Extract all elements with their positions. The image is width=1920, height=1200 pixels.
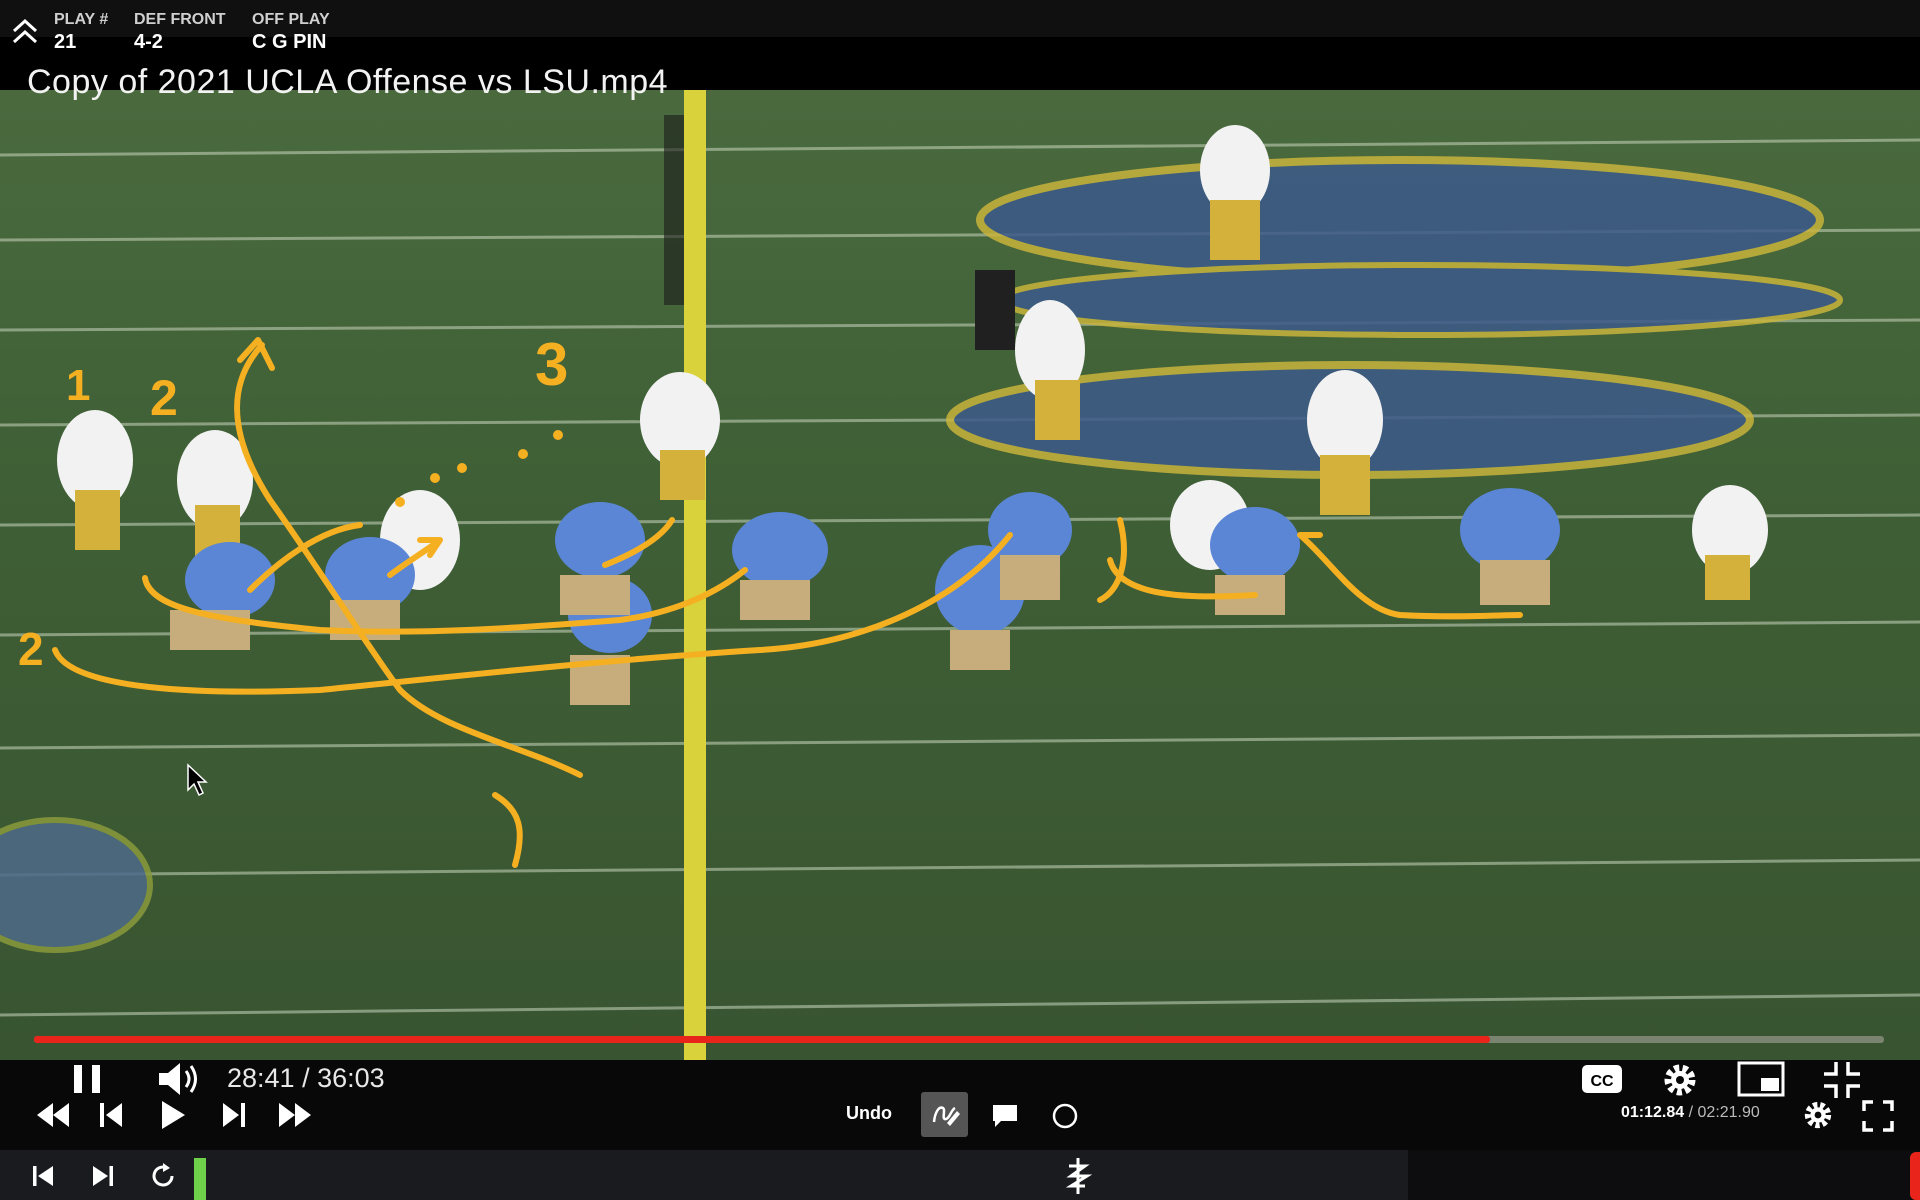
- comment-icon[interactable]: [991, 1103, 1019, 1129]
- football-field-scene: 1 2 3 2: [0, 90, 1920, 1060]
- field-logo: [0, 156, 1843, 953]
- annotation-number-2b: 2: [18, 623, 44, 675]
- hudl-logo-icon: [1065, 1158, 1093, 1194]
- next-clip-icon[interactable]: [90, 1163, 116, 1189]
- play-number-field: PLAY # 21: [54, 11, 109, 53]
- clip-settings-gear-icon[interactable]: [1801, 1098, 1835, 1132]
- previous-clip-icon[interactable]: [30, 1163, 56, 1189]
- video-frame[interactable]: 1 2 3 2: [0, 90, 1920, 1060]
- video-time-display: 28:41 / 36:03: [227, 1063, 385, 1093]
- seek-bar[interactable]: [34, 1036, 1884, 1043]
- collapse-chevron-icon[interactable]: [10, 18, 40, 48]
- picture-in-picture-icon[interactable]: [1737, 1061, 1785, 1097]
- rewind-icon[interactable]: [33, 1100, 73, 1130]
- step-back-icon[interactable]: [96, 1100, 126, 1130]
- goal-post: [684, 90, 706, 1060]
- play-info-bar: PLAY # 21 DEF FRONT 4-2 OFF PLAY C G PIN: [0, 0, 1920, 52]
- seek-progress: [34, 1036, 1490, 1043]
- draw-pen-tool[interactable]: [921, 1092, 968, 1137]
- clip-time-display: 01:12.84 / 02:21.90: [1621, 1104, 1760, 1122]
- closed-captions-icon[interactable]: CC: [1580, 1063, 1624, 1095]
- annotation-number-3: 3: [535, 331, 568, 398]
- timeline-start-marker[interactable]: [194, 1158, 206, 1200]
- off-play-label: OFF PLAY: [252, 11, 330, 28]
- undo-button[interactable]: Undo: [846, 1103, 892, 1124]
- def-front-field: DEF FRONT 4-2: [134, 11, 226, 53]
- clip-time-total: 02:21.90: [1697, 1104, 1760, 1121]
- clip-time-separator: /: [1684, 1104, 1698, 1121]
- off-play-value: C G PIN: [252, 31, 327, 53]
- settings-gear-icon[interactable]: [1660, 1060, 1700, 1100]
- annotation-number-1: 1: [66, 361, 90, 410]
- fast-forward-icon[interactable]: [275, 1100, 315, 1130]
- pause-icon[interactable]: [70, 1063, 106, 1095]
- timeline-end-marker[interactable]: [1910, 1152, 1920, 1200]
- off-play-field: OFF PLAY C G PIN: [252, 11, 330, 53]
- exit-fullscreen-icon[interactable]: [1822, 1060, 1862, 1100]
- volume-icon[interactable]: [156, 1060, 202, 1098]
- svg-text:CC: CC: [1590, 1073, 1614, 1090]
- def-front-label: DEF FRONT: [134, 11, 226, 28]
- replay-icon[interactable]: [148, 1161, 178, 1191]
- clip-time-current: 01:12.84: [1621, 1104, 1685, 1121]
- mouse-cursor-icon: [187, 763, 208, 797]
- play-icon[interactable]: [158, 1098, 188, 1132]
- play-number-value: 21: [54, 31, 77, 53]
- pen-icon: [932, 1106, 960, 1126]
- video-title: Copy of 2021 UCLA Offense vs LSU.mp4: [27, 63, 669, 101]
- play-number-label: PLAY #: [54, 11, 109, 28]
- annotation-number-2: 2: [150, 370, 178, 426]
- def-front-value: 4-2: [134, 31, 163, 53]
- circle-tool-icon[interactable]: [1050, 1101, 1080, 1131]
- playlist-bar-right: [1408, 1150, 1920, 1200]
- fullscreen-icon[interactable]: [1862, 1100, 1894, 1132]
- step-forward-icon[interactable]: [219, 1100, 249, 1130]
